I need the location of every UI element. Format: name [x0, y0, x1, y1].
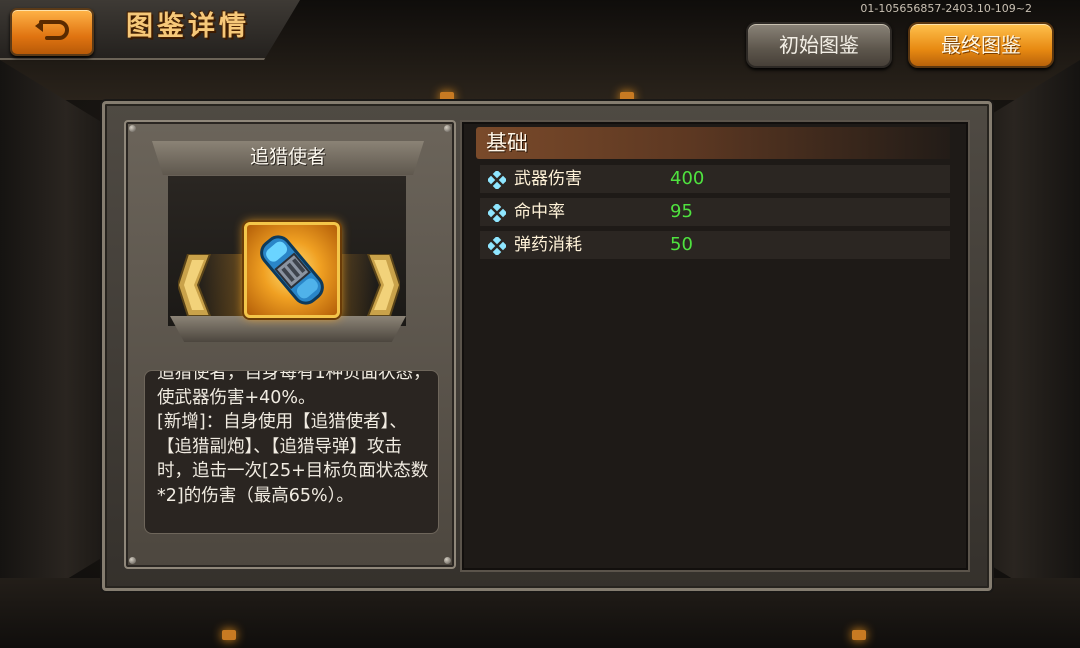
stat-value: 400 — [670, 168, 705, 189]
stat-row: 武器伤害 400 — [480, 165, 950, 193]
version-text: 01-105656857-2403.10-109~2 — [860, 2, 1032, 15]
left-arrow-icon — [176, 253, 212, 317]
tab-initial-codex[interactable]: 初始图鉴 — [746, 22, 892, 68]
section-title: 基础 — [486, 131, 528, 155]
right-arrow-icon — [366, 253, 402, 317]
item-description-box[interactable]: 追猎使者，自身每有1种负面状态，使武器伤害+40%。 [新增]：自身使用【追猎使… — [144, 370, 439, 534]
rivet — [444, 557, 451, 564]
diamond-bullet-icon — [488, 204, 506, 222]
item-description: 追猎使者，自身每有1种负面状态，使武器伤害+40%。 [新增]：自身使用【追猎使… — [157, 370, 431, 506]
rivet — [444, 125, 451, 132]
stat-value: 50 — [670, 234, 693, 255]
background-light — [852, 630, 866, 640]
back-button[interactable] — [10, 8, 94, 56]
next-item-button[interactable] — [366, 253, 402, 320]
page-title: 图鉴详情 — [126, 11, 250, 42]
section-header-bar — [476, 127, 950, 159]
rivet — [129, 557, 136, 564]
stat-label: 命中率 — [514, 202, 565, 222]
diamond-bullet-icon — [488, 237, 506, 255]
rivet — [129, 125, 136, 132]
capsule-cannon-icon — [260, 235, 324, 305]
stat-row: 命中率 95 — [480, 198, 950, 226]
back-arrow-icon — [35, 20, 69, 40]
stat-label: 武器伤害 — [514, 169, 582, 189]
tab-final-codex[interactable]: 最终图鉴 — [908, 22, 1054, 68]
item-name: 追猎使者 — [152, 141, 424, 175]
stat-row: 弹药消耗 50 — [480, 231, 950, 259]
diamond-bullet-icon — [488, 171, 506, 189]
stat-value: 95 — [670, 201, 693, 222]
background-wall-left — [0, 60, 110, 620]
stat-label: 弹药消耗 — [514, 235, 582, 255]
prev-item-button[interactable] — [176, 253, 212, 320]
background-light — [222, 630, 236, 640]
item-icon[interactable] — [244, 222, 340, 318]
